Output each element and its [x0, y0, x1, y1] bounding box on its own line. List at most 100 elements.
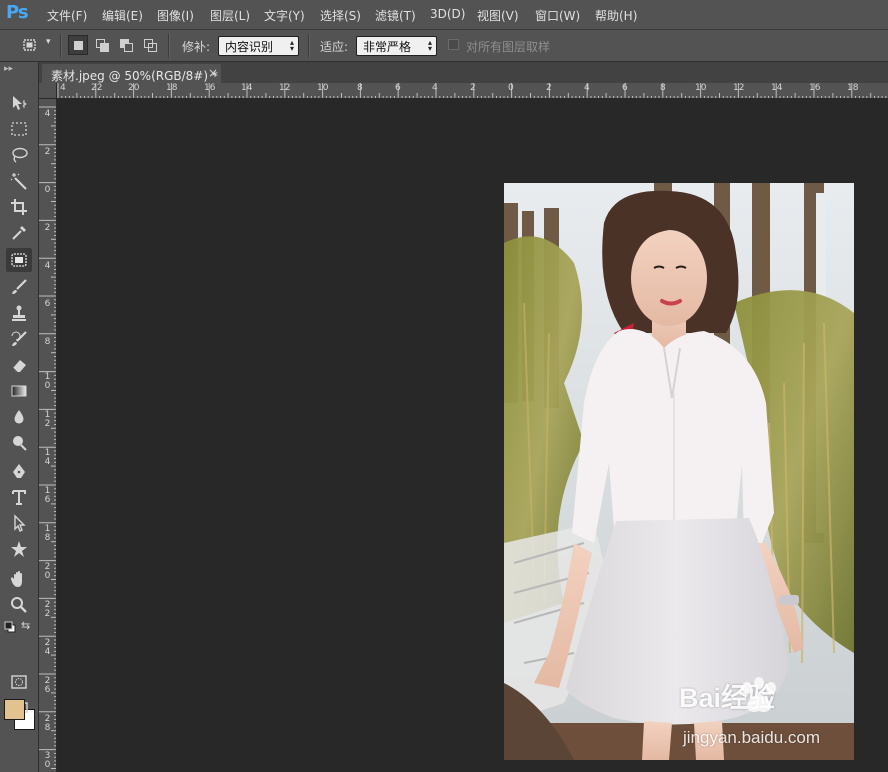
- menu-3d[interactable]: 3D(D): [430, 7, 465, 21]
- menu-bar: Ps 文件(F) 编辑(E) 图像(I) 图层(L) 文字(Y) 选择(S) 滤…: [0, 0, 888, 30]
- vertical-ruler[interactable]: 4 2 0 2 4 6 8 10 12 14 16 18 20 22 24 26…: [39, 99, 57, 772]
- ruler-h-label: 4: [432, 83, 438, 93]
- ruler-h-label: 2: [546, 83, 552, 93]
- ruler-h-label: 10: [695, 83, 707, 93]
- ruler-h-label: 22: [91, 83, 103, 93]
- quick-mask-icon[interactable]: [6, 670, 32, 694]
- ruler-h-label: 10: [317, 83, 329, 93]
- ruler-v-label: 30: [44, 751, 51, 770]
- blur-tool-icon[interactable]: [6, 405, 32, 429]
- ruler-origin[interactable]: [39, 83, 57, 99]
- close-icon[interactable]: ×: [208, 66, 218, 80]
- zoom-tool-icon[interactable]: [6, 593, 32, 617]
- ruler-v-label: 10: [44, 372, 51, 391]
- ruler-v-label: 4: [44, 261, 51, 271]
- collapse-panel-icon[interactable]: ▸▸: [4, 64, 13, 74]
- eraser-tool-icon[interactable]: [6, 353, 32, 377]
- intersect-selection-button[interactable]: [140, 35, 160, 55]
- patch-tool-icon[interactable]: [6, 248, 32, 272]
- vertical-ruler-ticks: [39, 106, 56, 769]
- ruler-h-label: 8: [357, 83, 363, 93]
- ruler-v-label: 2: [44, 147, 51, 157]
- ruler-h-label: 0: [508, 83, 514, 93]
- menu-help[interactable]: 帮助(H): [595, 7, 637, 24]
- ruler-h-label: 6: [622, 83, 628, 93]
- adapt-select[interactable]: 非常严格 ▴ ▾: [356, 36, 437, 56]
- lasso-tool-icon[interactable]: [6, 143, 32, 167]
- sample-all-layers-checkbox[interactable]: [448, 39, 459, 50]
- hand-tool-icon[interactable]: [6, 567, 32, 591]
- adapt-value: 非常严格: [363, 40, 412, 54]
- history-brush-tool-icon[interactable]: [6, 327, 32, 351]
- ruler-v-label: 18: [44, 524, 51, 543]
- ruler-v-label: 20: [44, 562, 51, 581]
- menu-filter[interactable]: 滤镜(T): [375, 7, 416, 24]
- ruler-h-label: 12: [733, 83, 745, 93]
- document-canvas[interactable]: [57, 99, 888, 772]
- ruler-h-label: 16: [809, 83, 821, 93]
- patch-mode-value: 内容识别: [225, 40, 274, 54]
- ruler-v-label: 22: [44, 600, 51, 619]
- stamp-tool-icon[interactable]: [6, 301, 32, 325]
- patch-mode-select[interactable]: 内容识别 ▴ ▾: [218, 36, 299, 56]
- ruler-h-label: 14: [241, 83, 253, 93]
- ruler-h-label: 8: [660, 83, 666, 93]
- marquee-tool-icon[interactable]: [6, 117, 32, 141]
- menu-window[interactable]: 窗口(W): [535, 7, 580, 24]
- photoshop-logo: Ps: [6, 2, 29, 23]
- ruler-v-label: 6: [44, 299, 51, 309]
- menu-image[interactable]: 图像(I): [157, 7, 194, 24]
- options-bar: ▾ 修补: 内容识别 ▴ ▾ 适应: 非常严格 ▴ ▾ 对所有图层取样: [0, 30, 888, 62]
- menu-type[interactable]: 文字(Y): [264, 7, 305, 24]
- ruler-v-label: 8: [44, 337, 51, 347]
- select-arrows-icon: ▴ ▾: [289, 38, 294, 53]
- patch-label: 修补:: [182, 40, 211, 54]
- path-selection-tool-icon[interactable]: [6, 511, 32, 535]
- ruler-h-label: 6: [395, 83, 401, 93]
- document-tab-title: 素材.jpeg @ 50%(RGB/8#) *: [51, 69, 218, 83]
- ruler-v-label: 12: [44, 410, 51, 429]
- brush-tool-icon[interactable]: [6, 275, 32, 299]
- chevron-down-icon[interactable]: ▾: [46, 37, 51, 47]
- magic-wand-tool-icon[interactable]: [6, 169, 32, 193]
- add-to-selection-button[interactable]: [92, 35, 112, 55]
- sample-all-layers-label: 对所有图层取样: [466, 40, 551, 54]
- eyedropper-tool-icon[interactable]: [6, 221, 32, 245]
- ruler-h-label: 14: [771, 83, 783, 93]
- ruler-v-label: 14: [44, 448, 51, 467]
- ruler-h-label: 4: [584, 83, 590, 93]
- ruler-v-label: 26: [44, 676, 51, 695]
- ruler-v-label: 24: [44, 638, 51, 657]
- document-tab[interactable]: 素材.jpeg @ 50%(RGB/8#) * ×: [42, 64, 221, 83]
- menu-view[interactable]: 视图(V): [477, 7, 519, 24]
- patch-tool-preset-icon[interactable]: [22, 37, 38, 53]
- type-tool-icon[interactable]: [6, 485, 32, 509]
- menu-layer[interactable]: 图层(L): [210, 7, 250, 24]
- new-selection-button[interactable]: [68, 35, 88, 55]
- pen-tool-icon[interactable]: [6, 459, 32, 483]
- ruler-v-label: 16: [44, 486, 51, 505]
- select-arrows-icon: ▴ ▾: [427, 38, 432, 53]
- gradient-tool-icon[interactable]: [6, 379, 32, 403]
- tools-panel: ▸▸ ⇆: [0, 62, 39, 772]
- dodge-tool-icon[interactable]: [6, 431, 32, 455]
- ruler-h-label: 4: [60, 83, 66, 93]
- ruler-h-label: 12: [279, 83, 291, 93]
- foreground-color-swatch[interactable]: [4, 699, 25, 720]
- ruler-v-label: 28: [44, 714, 51, 733]
- default-colors-icon[interactable]: [4, 621, 16, 636]
- ruler-h-label: 2: [470, 83, 476, 93]
- menu-select[interactable]: 选择(S): [320, 7, 361, 24]
- photo-layer[interactable]: [504, 183, 854, 760]
- shape-tool-icon[interactable]: [6, 537, 32, 561]
- ruler-h-label: 18: [166, 83, 178, 93]
- ruler-v-label: 4: [44, 109, 51, 119]
- menu-file[interactable]: 文件(F): [47, 7, 87, 24]
- move-tool-icon[interactable]: [6, 91, 32, 115]
- ruler-h-label: 16: [204, 83, 216, 93]
- subtract-from-selection-button[interactable]: [116, 35, 136, 55]
- crop-tool-icon[interactable]: [6, 195, 32, 219]
- swap-colors-icon[interactable]: ⇆: [21, 619, 30, 632]
- menu-edit[interactable]: 编辑(E): [102, 7, 143, 24]
- horizontal-ruler[interactable]: 4 22 20 18 16 14 12 10 8 6 4 2 0 2 4 6 8…: [57, 83, 888, 99]
